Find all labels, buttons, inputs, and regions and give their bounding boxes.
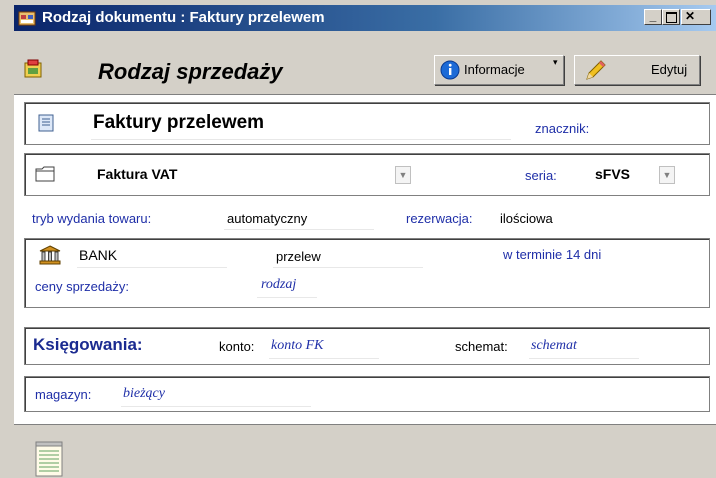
payment-method-underline [273,267,423,268]
invoice-type-dropdown[interactable]: ▼ [395,166,411,184]
payment-method[interactable]: przelew [276,249,321,264]
account-label: konto: [219,339,255,354]
page-title: Rodzaj sprzedaży [98,59,283,84]
prices-label: ceny sprzedaży: [35,279,129,294]
series-dropdown[interactable]: ▼ [659,166,675,184]
scheme-underline [529,358,639,359]
sales-type-icon [24,59,42,78]
dropdown-arrow-icon: ▾ [553,57,558,67]
warehouse-underline [121,406,311,407]
reservation-value[interactable]: ilościowa [500,211,553,226]
chevron-down-icon: ▼ [662,170,672,180]
document-icon [38,114,54,132]
app-window: Rodzaj dokumentu : Faktury przelewem _ ✕… [0,0,716,478]
accounting-heading: Księgowania: [33,335,143,354]
reservation-label: rezerwacja: [406,211,473,226]
issue-mode-value[interactable]: automatyczny [227,211,307,226]
scheme-label: schemat: [455,339,508,354]
invoice-type[interactable]: Faktura VAT [97,166,177,182]
invoice-panel: Faktura VAT ▼ seria: sFVS ▼ [24,153,710,196]
prices-value[interactable]: rodzaj [261,277,296,293]
accounting-panel: Księgowania: konto: konto FK schemat: sc… [24,327,710,365]
series-value[interactable]: sFVS [595,166,630,182]
info-button[interactable]: Informacje ▾ [434,55,564,85]
app-icon [18,11,36,26]
bottom-bar [14,424,716,478]
series-label: seria: [525,168,557,183]
edit-button[interactable]: Edytuj [574,55,700,85]
info-button-label: Informacje [464,62,525,77]
issue-mode-label: tryb wydania towaru: [32,211,152,226]
folder-icon [35,166,55,182]
doc-type-name[interactable]: Faktury przelewem [93,112,264,134]
bank-name[interactable]: BANK [79,247,117,263]
main-panel: Faktury przelewem znacznik: Faktura VAT … [14,94,716,424]
tag-label: znacznik: [535,121,590,136]
issue-mode-underline [224,229,374,230]
toolbar: Rodzaj sprzedaży Informacje ▾ Edytuj [14,52,716,90]
account-underline [269,358,379,359]
close-icon: ✕ [685,9,696,23]
bank-icon [39,245,61,265]
payment-panel: BANK przelew w terminie 14 dni ceny sprz… [24,238,710,308]
doc-type-underline [91,139,511,140]
notes-icon[interactable] [34,441,64,477]
payment-terms[interactable]: w terminie 14 dni [503,247,601,262]
warehouse-value[interactable]: bieżący [123,386,165,402]
maximize-button[interactable] [662,9,680,25]
close-button[interactable]: ✕ [681,9,711,25]
minimize-icon: _ [649,9,657,23]
account-value[interactable]: konto FK [271,338,324,354]
warehouse-label: magazyn: [35,387,92,402]
title-bar[interactable]: Rodzaj dokumentu : Faktury przelewem _ ✕ [14,5,716,31]
chevron-down-icon: ▼ [398,170,408,180]
edit-button-label: Edytuj [651,62,688,77]
doc-type-panel: Faktury przelewem znacznik: [24,102,710,145]
pencil-icon [586,60,606,80]
minimize-button[interactable]: _ [644,9,662,25]
bank-underline [77,267,227,268]
info-icon [440,60,460,80]
prices-underline [257,297,317,298]
window-title: Rodzaj dokumentu : Faktury przelewem [42,9,325,26]
warehouse-panel: magazyn: bieżący [24,376,710,412]
maximize-icon [665,12,677,23]
scheme-value[interactable]: schemat [531,338,577,354]
